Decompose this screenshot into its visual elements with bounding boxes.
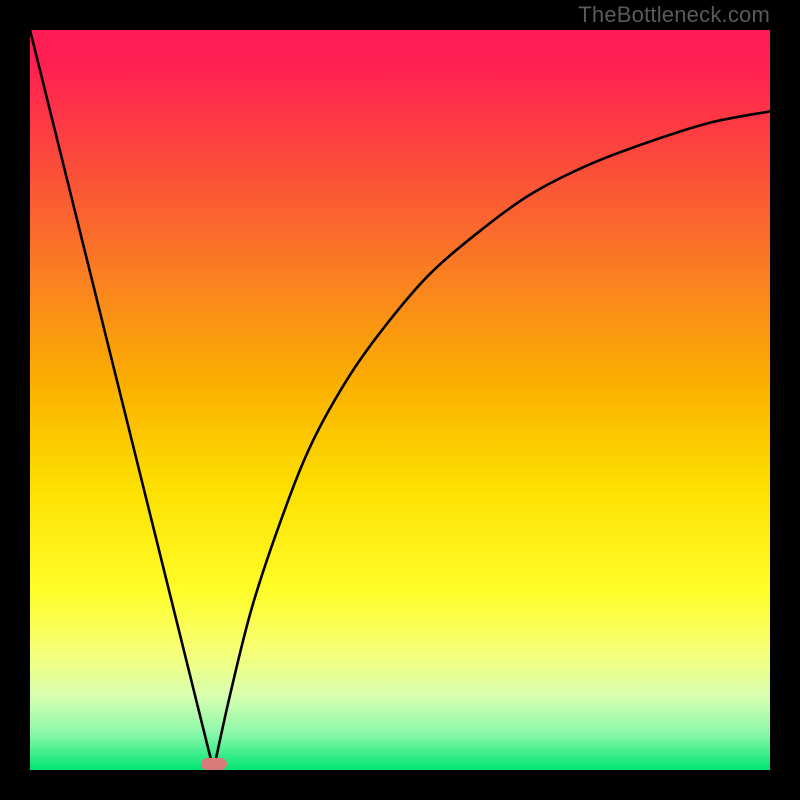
attribution-text: TheBottleneck.com — [578, 2, 770, 28]
curve-layer — [30, 30, 770, 770]
bottleneck-curve — [30, 30, 770, 770]
chart-frame: TheBottleneck.com — [0, 0, 800, 800]
plot-area — [30, 30, 770, 770]
min-marker — [201, 758, 227, 770]
